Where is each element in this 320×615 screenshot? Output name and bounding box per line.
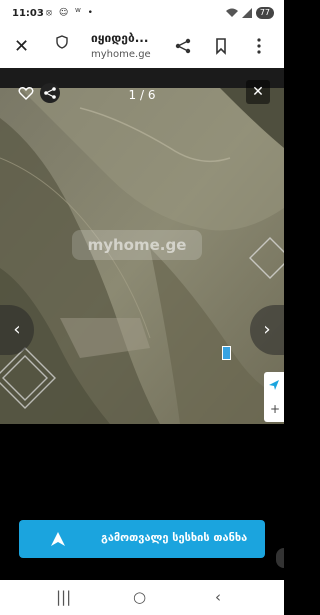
activity-icon: ᵂ: [75, 8, 83, 18]
share-icon[interactable]: [174, 37, 192, 55]
home-icon[interactable]: ○: [133, 588, 146, 606]
chevron-left-icon: ‹: [13, 319, 21, 340]
dot-icon: •: [87, 8, 95, 18]
close-viewer-button[interactable]: ✕: [246, 80, 270, 104]
system-navigation-bar: ||| ○ ‹: [0, 580, 284, 615]
favorite-heart-icon[interactable]: [18, 85, 34, 101]
close-tab-icon[interactable]: ✕: [14, 36, 29, 57]
zoom-in-icon[interactable]: +: [270, 402, 280, 416]
page-title: იყიდებ...: [91, 31, 149, 45]
loan-calculator-label: გამოთვალე სესხის თანხა: [101, 531, 248, 544]
navigation-arrow-icon: [51, 532, 65, 546]
loan-calculator-button[interactable]: გამოთვალე სესხის თანხა: [19, 520, 265, 558]
location-marker-icon: [222, 346, 231, 360]
watermark: myhome.ge: [72, 230, 202, 260]
status-right: 77: [225, 7, 274, 19]
navigation-arrow-icon[interactable]: [269, 380, 279, 390]
side-fab-handle[interactable]: [276, 548, 284, 568]
browser-toolbar: ✕ იყიდებ... myhome.ge: [0, 28, 284, 68]
map-controls-panel[interactable]: +: [264, 372, 284, 422]
notification-icons: ⦻ ☺ ᵂ •: [46, 8, 95, 18]
back-icon[interactable]: ‹: [215, 588, 221, 606]
share-icon: [44, 87, 56, 99]
gallery-icon: ⦻: [46, 8, 54, 18]
signal-icon: [241, 8, 252, 18]
shield-icon[interactable]: [55, 35, 69, 49]
page-url[interactable]: myhome.ge: [91, 49, 151, 60]
share-circle-button[interactable]: [40, 83, 60, 103]
recent-apps-icon[interactable]: |||: [56, 588, 71, 606]
chevron-right-icon: ›: [263, 319, 271, 340]
more-menu-icon[interactable]: [250, 37, 268, 55]
messenger-icon: ☺: [58, 8, 71, 18]
status-time: 11:03: [12, 8, 44, 19]
wifi-icon: [225, 8, 238, 17]
status-bar: 11:03 ⦻ ☺ ᵂ • 77: [0, 0, 284, 28]
bookmark-icon[interactable]: [212, 37, 230, 55]
battery-icon: 77: [255, 7, 274, 19]
